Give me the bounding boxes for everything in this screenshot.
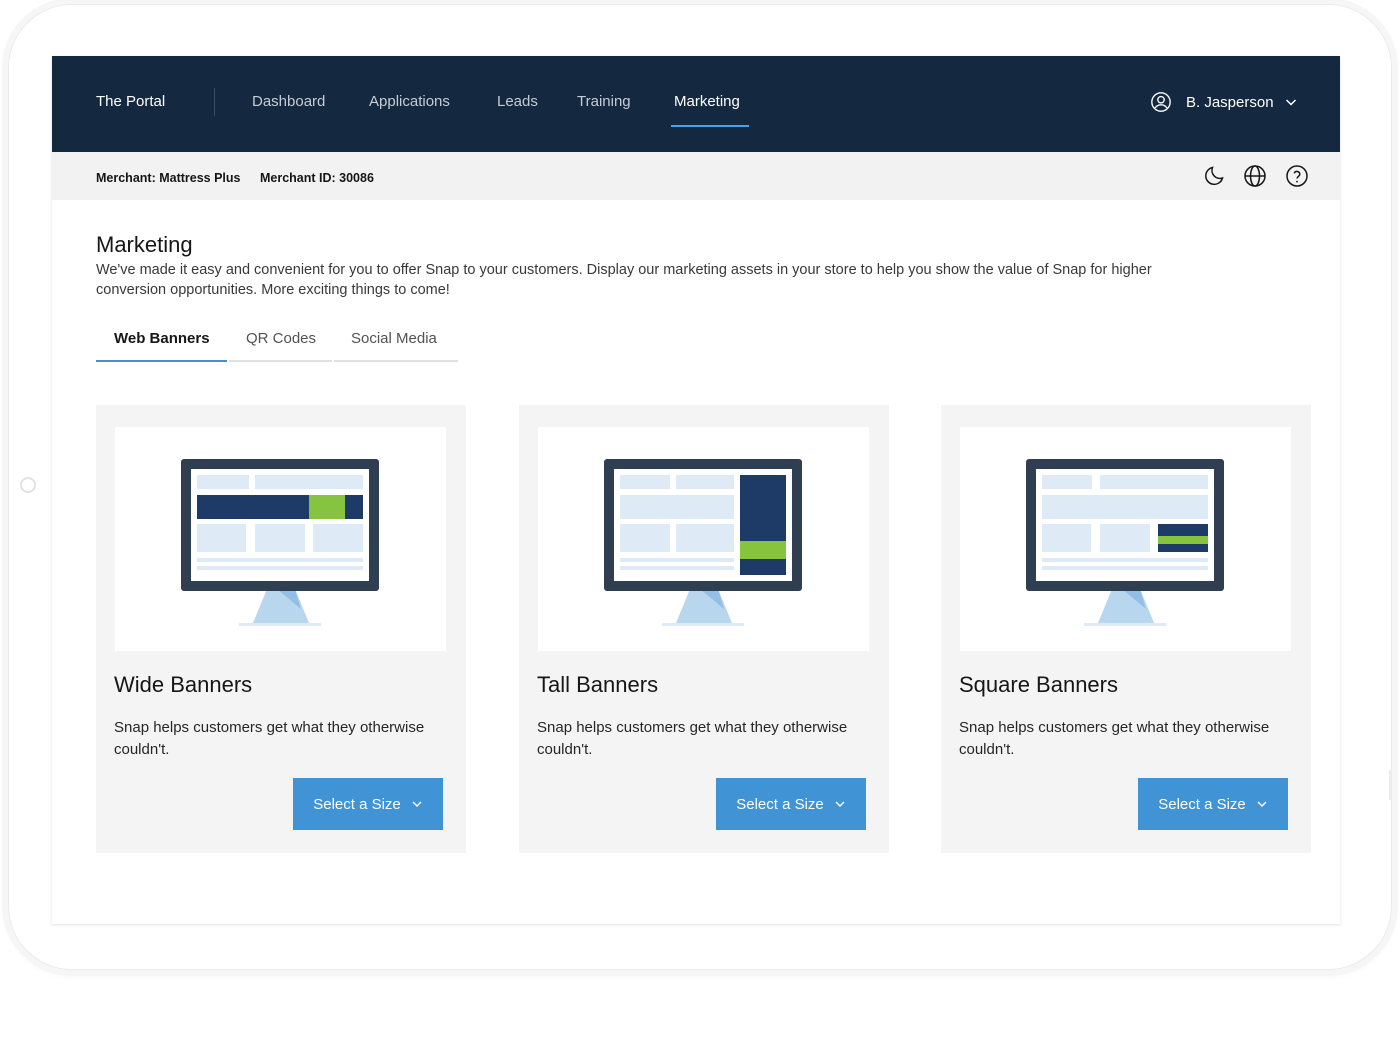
user-name: B. Jasperson bbox=[1186, 93, 1274, 111]
moon-icon[interactable] bbox=[1202, 164, 1226, 188]
select-size-button[interactable]: Select a Size bbox=[1138, 778, 1288, 830]
app-screen: The Portal Dashboard Applications Leads … bbox=[52, 56, 1340, 924]
chevron-down-icon bbox=[1257, 801, 1267, 808]
page-description: We've made it easy and convenient for yo… bbox=[96, 262, 1152, 298]
wide-banner-monitor-illustration bbox=[181, 459, 379, 626]
card-image bbox=[115, 427, 446, 651]
tab-social-media[interactable]: Social Media bbox=[334, 330, 458, 362]
card-square-banners: Square Banners Snap helps customers get … bbox=[941, 405, 1311, 853]
nav-item-applications[interactable]: Applications bbox=[369, 93, 450, 110]
nav-item-leads[interactable]: Leads bbox=[497, 93, 538, 110]
globe-icon[interactable] bbox=[1243, 164, 1267, 188]
card-tall-banners: Tall Banners Snap helps customers get wh… bbox=[519, 405, 889, 853]
tab-web-banners[interactable]: Web Banners bbox=[96, 330, 227, 362]
active-nav-indicator bbox=[671, 125, 749, 127]
page-title: Marketing bbox=[96, 232, 193, 257]
select-size-button[interactable]: Select a Size bbox=[293, 778, 443, 830]
tab-qr-codes[interactable]: QR Codes bbox=[229, 330, 332, 362]
card-description: Snap helps customers get what they other… bbox=[114, 719, 425, 758]
user-menu[interactable]: B. Jasperson bbox=[1150, 90, 1298, 114]
chevron-down-icon bbox=[1285, 99, 1296, 106]
merchant-id: Merchant ID: 30086 bbox=[259, 171, 374, 185]
card-wide-banners: Wide Banners Snap helps customers get wh… bbox=[96, 405, 466, 853]
select-size-button[interactable]: Select a Size bbox=[716, 778, 866, 830]
nav-item-dashboard[interactable]: Dashboard bbox=[252, 93, 325, 110]
nav-item-marketing[interactable]: Marketing bbox=[674, 93, 740, 110]
tall-banner-monitor-illustration bbox=[604, 459, 802, 626]
top-navigation: The Portal Dashboard Applications Leads … bbox=[52, 56, 1340, 152]
select-size-label: Select a Size bbox=[313, 795, 401, 813]
help-icon[interactable] bbox=[1285, 164, 1309, 188]
camera-icon bbox=[20, 477, 36, 493]
brand-name[interactable]: The Portal bbox=[96, 93, 165, 110]
card-title: Tall Banners bbox=[537, 672, 659, 697]
square-banner-monitor-illustration bbox=[1026, 459, 1224, 626]
user-avatar-icon bbox=[1151, 92, 1171, 112]
tab-list: Web Banners QR Codes Social Media bbox=[96, 330, 458, 364]
chevron-down-icon bbox=[835, 801, 845, 808]
nav-divider bbox=[214, 88, 215, 116]
card-title: Wide Banners bbox=[114, 672, 253, 697]
card-title: Square Banners bbox=[959, 672, 1118, 697]
chevron-down-icon bbox=[412, 801, 422, 808]
nav-item-training[interactable]: Training bbox=[577, 93, 631, 110]
merchant-name: Merchant: Mattress Plus bbox=[96, 171, 241, 185]
merchant-bar: Merchant: Mattress Plus Merchant ID: 300… bbox=[52, 152, 1340, 200]
card-image bbox=[538, 427, 869, 651]
select-size-label: Select a Size bbox=[1158, 795, 1246, 813]
select-size-label: Select a Size bbox=[736, 795, 824, 813]
card-image bbox=[960, 427, 1291, 651]
merchant-info: Merchant: Mattress Plus Merchant ID: 300… bbox=[96, 171, 374, 185]
tablet-side-button bbox=[1389, 770, 1392, 800]
card-description: Snap helps customers get what they other… bbox=[959, 719, 1270, 758]
card-description: Snap helps customers get what they other… bbox=[537, 719, 848, 758]
